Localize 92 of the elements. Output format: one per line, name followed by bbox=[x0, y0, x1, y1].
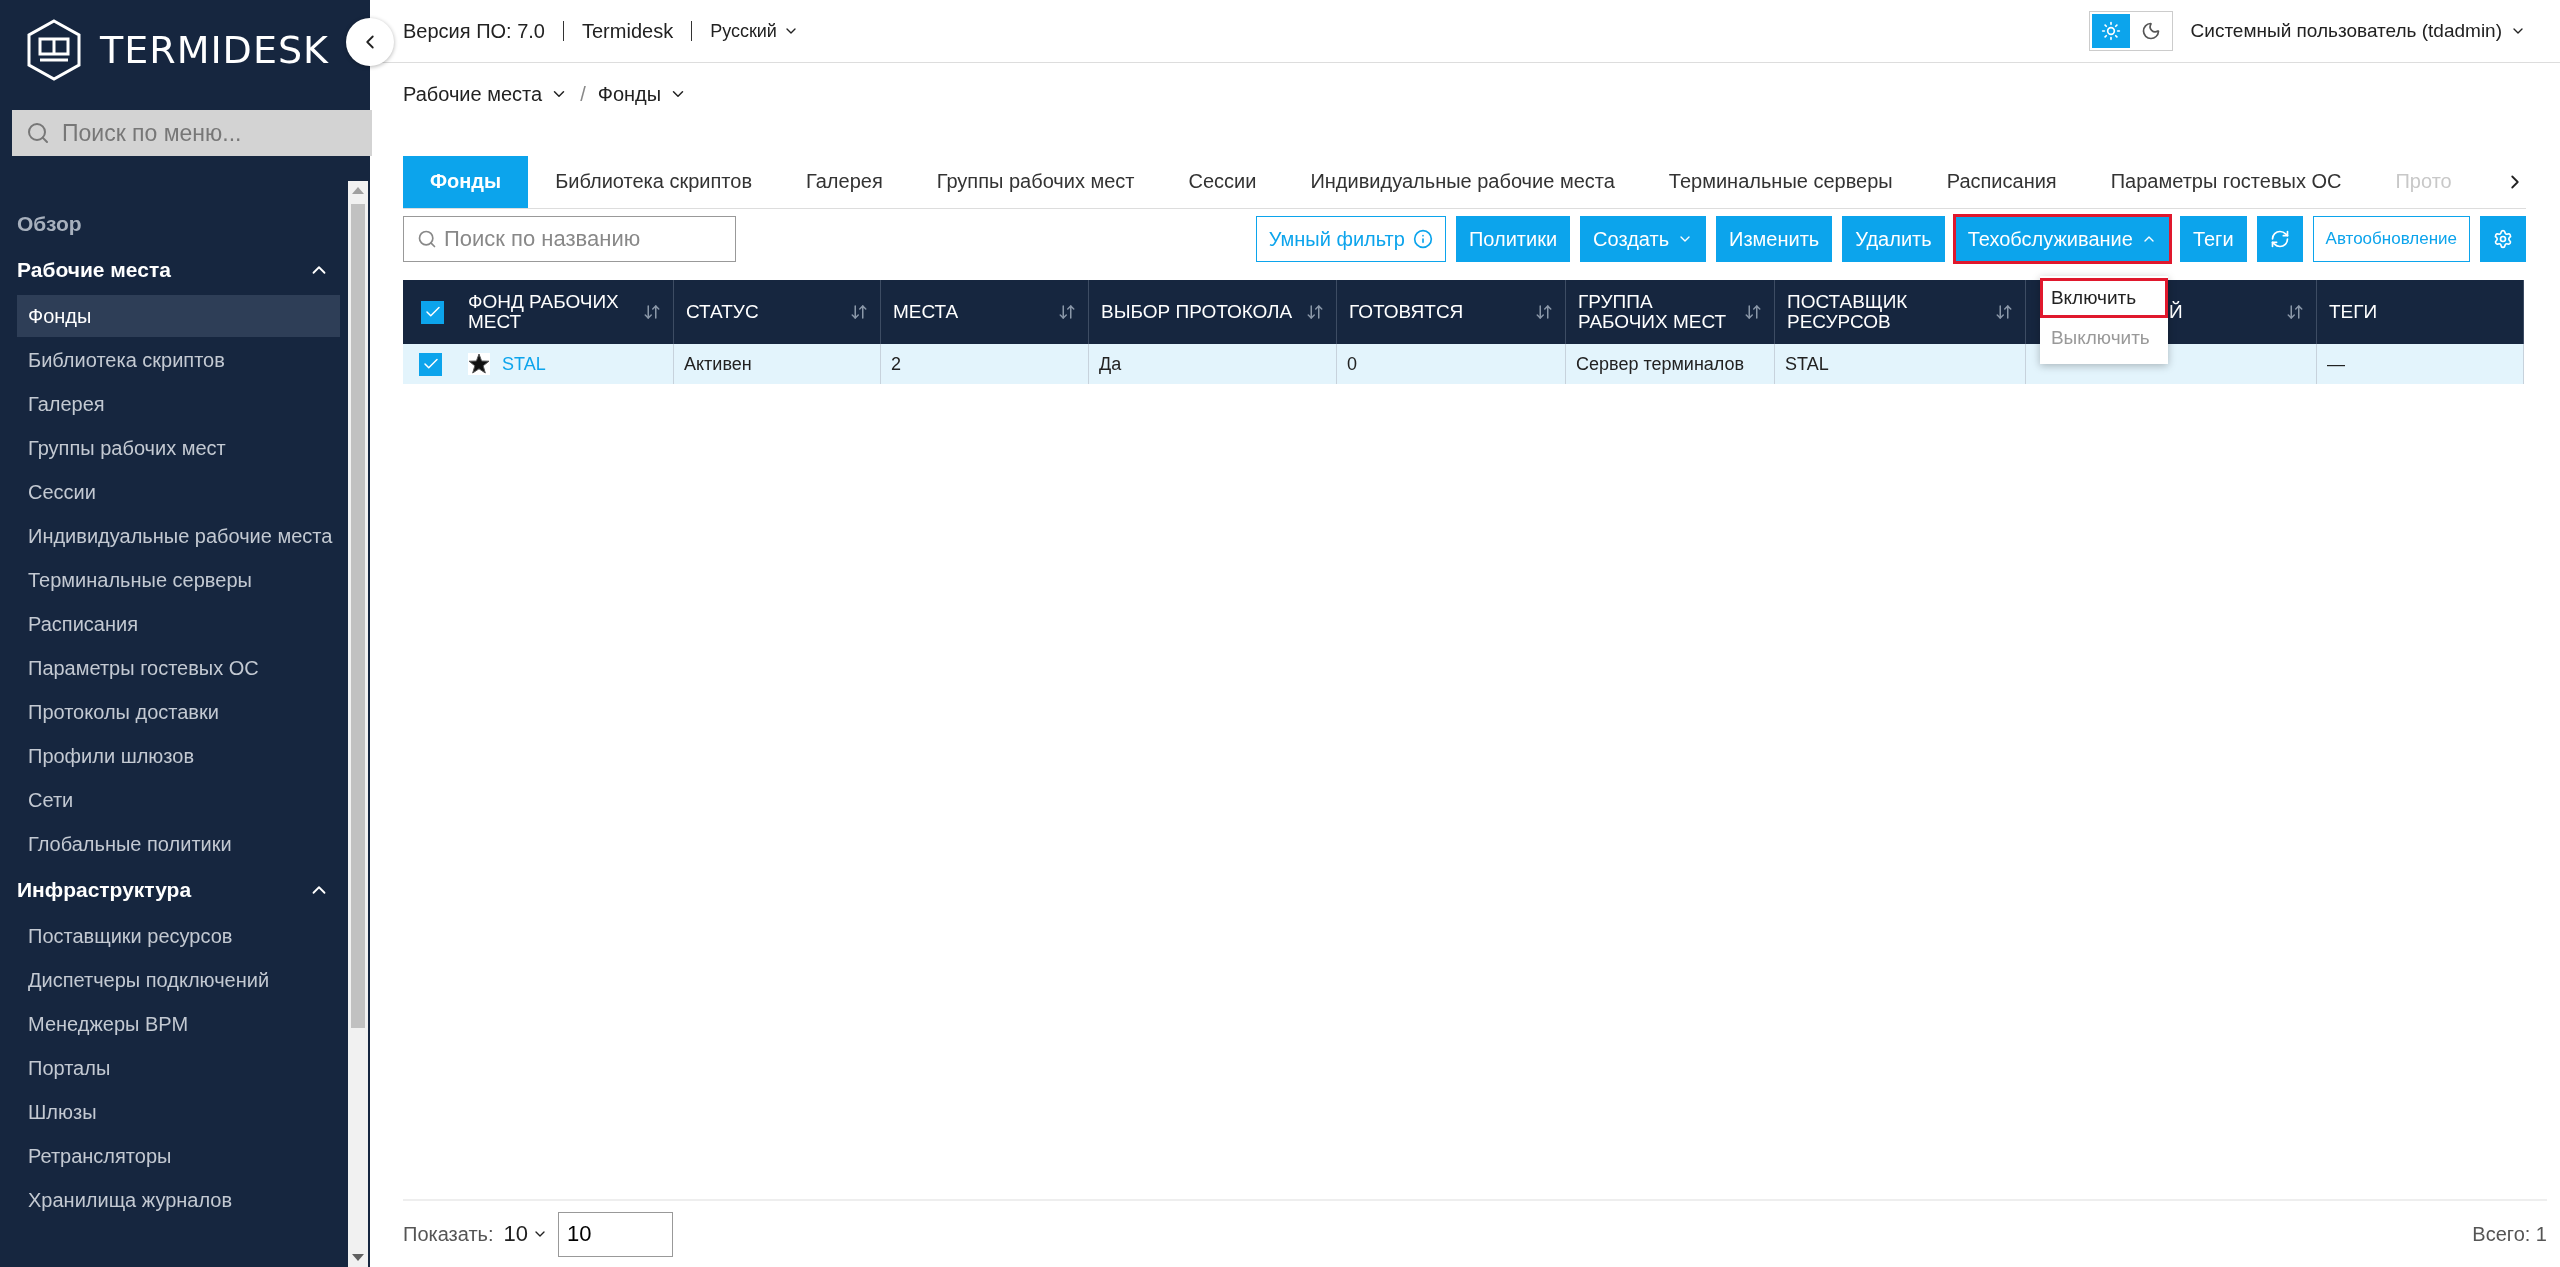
settings-icon bbox=[2493, 229, 2513, 249]
sun-icon bbox=[2100, 21, 2121, 41]
logo-text: TERMIDESK bbox=[100, 28, 329, 72]
cell-text: Активен bbox=[684, 353, 752, 375]
column-header[interactable]: СТАТУС bbox=[674, 280, 881, 344]
sidebar-item[interactable]: Индивидуальные рабочие места bbox=[17, 515, 340, 557]
language-selector[interactable]: Русский bbox=[710, 20, 799, 42]
tab[interactable]: Галерея bbox=[779, 155, 910, 208]
tab[interactable]: Библиотека скриптов bbox=[528, 155, 780, 208]
sidebar-item[interactable]: Менеджеры ВРМ bbox=[17, 1003, 340, 1045]
sort-icon[interactable] bbox=[2286, 303, 2304, 321]
column-title: СТАТУС bbox=[686, 302, 760, 322]
refresh-icon bbox=[2269, 229, 2290, 249]
sort-icon[interactable] bbox=[1535, 303, 1553, 321]
sidebar-item[interactable]: Ретрансляторы bbox=[17, 1135, 340, 1177]
cell-text: STAL bbox=[1785, 353, 1829, 375]
menu-item[interactable]: Включить bbox=[2039, 278, 2168, 318]
settings-button[interactable] bbox=[2480, 216, 2526, 262]
sidebar-item[interactable]: Расписания bbox=[17, 603, 340, 645]
sidebar-item[interactable]: Терминальные серверы bbox=[17, 559, 340, 601]
sidebar-item[interactable]: Протоколы доставки bbox=[17, 691, 340, 733]
sort-icon[interactable] bbox=[1744, 303, 1762, 321]
sidebar-item[interactable]: Глобальные политики bbox=[17, 823, 340, 865]
search-icon bbox=[417, 229, 437, 249]
refresh-button[interactable] bbox=[2256, 216, 2303, 262]
sidebar-item[interactable]: Диспетчеры подключений bbox=[17, 959, 340, 1001]
column-title: МЕСТА bbox=[893, 302, 960, 322]
page-size-input[interactable]: 10 bbox=[558, 1211, 674, 1257]
user-menu[interactable]: Системный пользователь (tdadmin) bbox=[2190, 20, 2526, 42]
menu-search-field[interactable]: Поиск по меню... bbox=[12, 110, 372, 156]
topbar-text: Версия ПО: 7.0 bbox=[403, 19, 545, 43]
page-size-select[interactable]: 10 bbox=[503, 1221, 549, 1247]
page-size-label: Показать: bbox=[403, 1222, 494, 1246]
cell-text: — bbox=[2327, 353, 2345, 375]
info-icon bbox=[1412, 229, 1433, 249]
cell-text: Сервер терминалов bbox=[1576, 353, 1745, 375]
tab[interactable]: Параметры гостевых ОС bbox=[2083, 155, 2369, 208]
tab[interactable]: Группы рабочих мест bbox=[909, 155, 1162, 208]
select-all-checkbox[interactable] bbox=[421, 300, 444, 324]
sort-icon[interactable] bbox=[1306, 303, 1324, 321]
column-title: ГРУППА РАБОЧИХ МЕСТ bbox=[1578, 292, 1728, 332]
topbar-text: Termidesk bbox=[582, 19, 674, 43]
column-title: Й bbox=[2169, 302, 2184, 322]
column-title: ТЕГИ bbox=[2329, 302, 2379, 322]
menu-section-link[interactable]: Обзор bbox=[17, 212, 82, 236]
menu-section-header[interactable]: Рабочие места bbox=[17, 258, 171, 282]
column-header[interactable]: ПОСТАВЩИК РЕСУРСОВ bbox=[1775, 280, 2026, 344]
menu-section-header[interactable]: Инфраструктура bbox=[17, 878, 192, 902]
cell-text: 0 bbox=[1347, 353, 1357, 375]
breadcrumb-separator: / bbox=[580, 82, 586, 106]
total-count: Всего: 1 bbox=[2472, 1222, 2547, 1246]
breadcrumb-item[interactable]: Рабочие места bbox=[403, 82, 569, 106]
sidebar-item[interactable]: Фонды bbox=[17, 295, 340, 337]
star-icon bbox=[468, 353, 490, 375]
cell-text: 2 bbox=[891, 353, 901, 375]
sort-icon[interactable] bbox=[1058, 303, 1076, 321]
column-header[interactable]: ФОНД РАБОЧИХ МЕСТ bbox=[403, 280, 674, 344]
sidebar-item[interactable]: Шлюзы bbox=[17, 1091, 340, 1133]
sidebar-item[interactable]: Поставщики ресурсов bbox=[17, 915, 340, 957]
column-title: ВЫБОР ПРОТОКОЛА bbox=[1101, 302, 1294, 322]
sidebar-item[interactable]: Параметры гостевых ОС bbox=[17, 647, 340, 689]
column-title: ФОНД РАБОЧИХ МЕСТ bbox=[468, 292, 620, 332]
sidebar-item[interactable]: Хранилища журналов bbox=[17, 1179, 340, 1221]
sort-icon[interactable] bbox=[1995, 303, 2013, 321]
moon-icon bbox=[2140, 21, 2161, 41]
sidebar-item[interactable]: Сессии bbox=[17, 471, 340, 513]
sidebar-item[interactable]: Галерея bbox=[17, 383, 340, 425]
breadcrumb-item[interactable]: Фонды bbox=[597, 82, 688, 106]
sort-icon[interactable] bbox=[643, 303, 661, 321]
search-field[interactable]: Поиск по названию bbox=[403, 216, 736, 262]
tab[interactable]: Сессии bbox=[1161, 155, 1284, 208]
column-header[interactable]: ГРУППА РАБОЧИХ МЕСТ bbox=[1566, 280, 1775, 344]
row-checkbox[interactable] bbox=[419, 352, 442, 376]
tab[interactable]: Терминальные серверы bbox=[1641, 155, 1920, 208]
sidebar-item[interactable]: Профили шлюзов bbox=[17, 735, 340, 777]
column-header[interactable]: ВЫБОР ПРОТОКОЛА bbox=[1089, 280, 1337, 344]
sidebar-item[interactable]: Библиотека скриптов bbox=[17, 339, 340, 381]
column-header[interactable]: ТЕГИ bbox=[2317, 280, 2524, 344]
logo-icon bbox=[26, 19, 82, 81]
scrollbar[interactable] bbox=[348, 181, 368, 1267]
column-title: ГОТОВЯТСЯ bbox=[1349, 302, 1465, 322]
column-header[interactable]: МЕСТА bbox=[881, 280, 1089, 344]
cell-text: Да bbox=[1099, 353, 1122, 375]
sidebar-item[interactable]: Сети bbox=[17, 779, 340, 821]
sidebar-item[interactable]: Порталы bbox=[17, 1047, 340, 1089]
search-icon bbox=[26, 121, 50, 145]
column-title: ПОСТАВЩИК РЕСУРСОВ bbox=[1787, 292, 1909, 332]
sidebar-item[interactable]: Группы рабочих мест bbox=[17, 427, 340, 469]
column-header[interactable]: ГОТОВЯТСЯ bbox=[1337, 280, 1566, 344]
tab[interactable]: Расписания bbox=[1919, 155, 2084, 208]
tab[interactable]: Индивидуальные рабочие места bbox=[1283, 155, 1642, 208]
sort-icon[interactable] bbox=[850, 303, 868, 321]
